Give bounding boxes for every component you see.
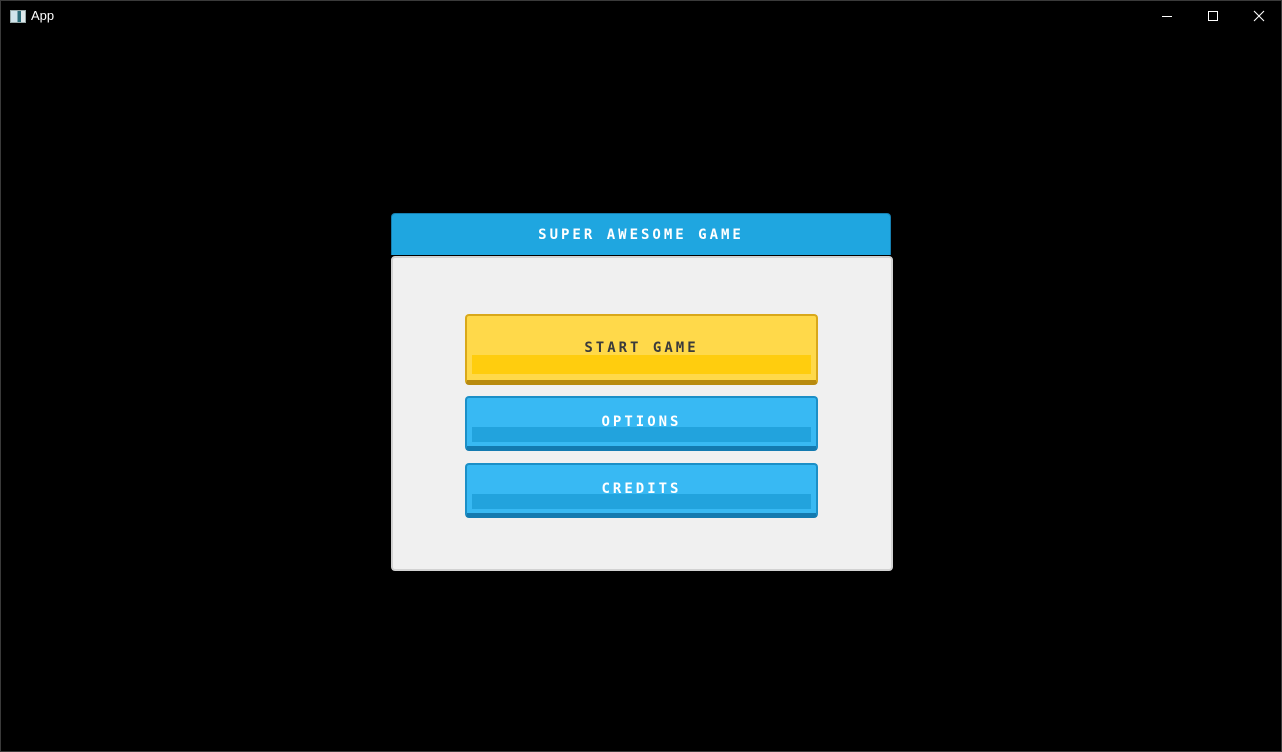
app-icon: [10, 10, 26, 23]
start-game-label: START GAME: [584, 340, 699, 356]
app-window: App SUPER AWESOME GAME START GAME OPTION…: [0, 0, 1282, 752]
window-title: App: [31, 8, 55, 23]
maximize-button[interactable]: [1190, 1, 1236, 31]
maximize-icon: [1208, 11, 1218, 21]
minimize-button[interactable]: [1144, 1, 1190, 31]
title-bar[interactable]: App: [1, 1, 1281, 31]
close-button[interactable]: [1236, 1, 1282, 31]
options-label: OPTIONS: [601, 414, 682, 430]
start-game-button[interactable]: START GAME: [465, 314, 818, 385]
close-icon: [1253, 10, 1265, 22]
minimize-icon: [1162, 16, 1172, 17]
button-shade: [472, 355, 811, 374]
options-button[interactable]: OPTIONS: [465, 396, 818, 451]
game-title: SUPER AWESOME GAME: [538, 226, 744, 243]
credits-label: CREDITS: [601, 481, 682, 497]
credits-button[interactable]: CREDITS: [465, 463, 818, 518]
menu-header: SUPER AWESOME GAME: [391, 213, 891, 255]
